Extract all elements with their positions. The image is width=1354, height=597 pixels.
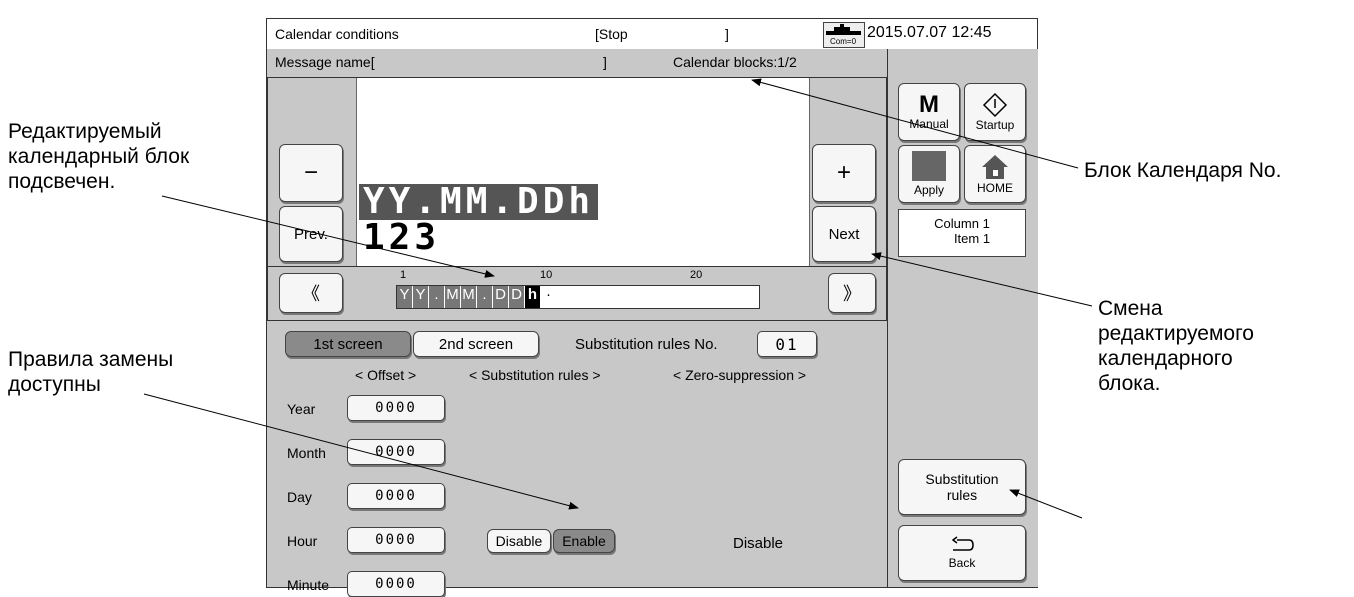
com-label: Com=0	[830, 37, 857, 46]
row-label-month: Month	[287, 445, 326, 461]
ruler-row: 《 》 1 10 20 Y Y . M M . D D h ·	[268, 266, 886, 321]
screen-title: Calendar conditions	[275, 26, 399, 42]
annotation-line: редактируемого	[1098, 322, 1254, 345]
home-icon	[982, 155, 1008, 179]
preview-frame: YY.MM.DDh 123 − Prev. + Next 《 》 1 10 20…	[267, 77, 887, 321]
char-cell[interactable]: D	[509, 286, 525, 308]
scroll-right-button[interactable]: 》	[828, 273, 876, 313]
ruler-tick-10: 10	[540, 269, 553, 281]
position-info: Column 1 Item 1	[898, 209, 1026, 257]
message-name-label: Message name[	[275, 54, 375, 70]
manual-label: Manual	[909, 117, 949, 131]
enable-button[interactable]: Enable	[553, 529, 615, 553]
message-name-close: ]	[603, 54, 607, 70]
char-cell[interactable]: .	[429, 286, 445, 308]
manual-button[interactable]: M Manual	[898, 83, 960, 141]
status-close: ]	[725, 26, 729, 42]
offset-hour-field[interactable]: 0000	[347, 527, 445, 553]
communication-icon: Com=0	[823, 22, 865, 48]
tab-1st-screen[interactable]: 1st screen	[285, 331, 411, 357]
apply-label: Apply	[913, 183, 945, 197]
substitution-rules-label-1: Substitution	[925, 471, 999, 487]
substitution-rules-no-label: Substitution rules No.	[575, 336, 718, 353]
home-label: HOME	[977, 181, 1013, 195]
zero-suppression-header: < Zero-suppression >	[673, 367, 807, 383]
char-cell[interactable]: ·	[541, 286, 556, 308]
apply-icon	[912, 151, 946, 181]
character-strip: Y Y . M M . D D h ·	[396, 285, 760, 309]
back-label: Back	[948, 556, 976, 570]
row-label-minute: Minute	[287, 577, 330, 593]
device-screen: Calendar conditions [Stop ] Com=0 2015.0…	[266, 18, 1038, 597]
settings-area: 1st screen 2nd screen Substitution rules…	[267, 321, 887, 597]
annotation-rules-available: Правила замены доступны	[8, 347, 173, 397]
tab-2nd-screen[interactable]: 2nd screen	[413, 331, 539, 357]
prev-button[interactable]: Prev.	[279, 206, 343, 262]
item-label: Item 1	[953, 231, 991, 246]
annotation-change-block: Смена редактируемого календарного блока.	[1098, 296, 1254, 396]
plus-button[interactable]: +	[812, 144, 876, 202]
substitution-rules-button[interactable]: Substitution rules	[898, 459, 1026, 515]
annotation-line: Смена	[1098, 297, 1163, 320]
annotation-line: блока.	[1098, 372, 1161, 395]
status-text: [Stop	[595, 26, 628, 42]
side-panel: M Manual Startup Apply HOME Column 1 Ite…	[887, 49, 1038, 587]
manual-icon: M	[919, 91, 939, 118]
substitution-rules-no-field[interactable]: 01	[757, 331, 817, 357]
annotation-calendar-block-no: Блок Календаря No.	[1084, 159, 1282, 182]
substitution-rules-header: < Substitution rules >	[469, 367, 601, 383]
offset-month-field[interactable]: 0000	[347, 439, 445, 465]
disable-button[interactable]: Disable	[487, 529, 551, 553]
datetime: 2015.07.07 12:45	[867, 24, 992, 41]
startup-button[interactable]: Startup	[964, 83, 1026, 141]
home-button[interactable]: HOME	[964, 145, 1026, 203]
annotation-line: календарного	[1098, 347, 1233, 370]
back-button[interactable]: Back	[898, 525, 1026, 581]
calendar-blocks-count: Calendar blocks:1/2	[673, 54, 797, 70]
annotation-line: Редактируемый	[8, 120, 162, 143]
column-label: Column 1	[934, 216, 990, 231]
annotation-line: календарный блок	[8, 145, 190, 168]
preview-line-highlighted[interactable]: YY.MM.DDh	[359, 184, 599, 220]
char-cell-cursor[interactable]: h	[525, 286, 541, 308]
preview-line-2: 123	[363, 217, 441, 258]
offset-minute-field[interactable]: 0000	[347, 571, 445, 597]
back-icon	[951, 536, 974, 551]
offset-day-field[interactable]: 0000	[347, 483, 445, 509]
next-button[interactable]: Next	[812, 206, 876, 262]
zero-suppression-value: Disable	[733, 535, 784, 552]
char-cell[interactable]: M	[461, 286, 477, 308]
annotation-line: доступны	[8, 373, 101, 396]
startup-label: Startup	[975, 118, 1015, 132]
char-cell[interactable]: D	[493, 286, 509, 308]
row-label-hour: Hour	[287, 533, 318, 549]
char-cell[interactable]: Y	[413, 286, 429, 308]
offset-header: < Offset >	[355, 367, 417, 383]
scroll-left-button[interactable]: 《	[279, 273, 343, 313]
char-cell[interactable]: M	[445, 286, 461, 308]
message-bar: Message name[ ] Calendar blocks:1/2	[267, 49, 887, 75]
minus-button[interactable]: −	[279, 144, 343, 202]
char-cell[interactable]: .	[477, 286, 493, 308]
annotation-edited-block: Редактируемый календарный блок подсвечен…	[8, 119, 189, 194]
offset-year-field[interactable]: 0000	[347, 395, 445, 421]
substitution-rules-label-2: rules	[946, 487, 978, 503]
startup-icon	[982, 92, 1008, 118]
ruler-tick-20: 20	[690, 269, 703, 281]
annotation-line: Правила замены	[8, 348, 174, 371]
row-label-year: Year	[287, 401, 316, 417]
ruler-tick-1: 1	[400, 269, 407, 281]
char-cell[interactable]: Y	[397, 286, 413, 308]
print-preview: YY.MM.DDh 123	[356, 78, 810, 266]
row-label-day: Day	[287, 489, 312, 505]
apply-button[interactable]: Apply	[898, 145, 960, 203]
title-bar: Calendar conditions [Stop ] Com=0 2015.0…	[267, 19, 1037, 50]
annotation-line: подсвечен.	[8, 170, 116, 193]
